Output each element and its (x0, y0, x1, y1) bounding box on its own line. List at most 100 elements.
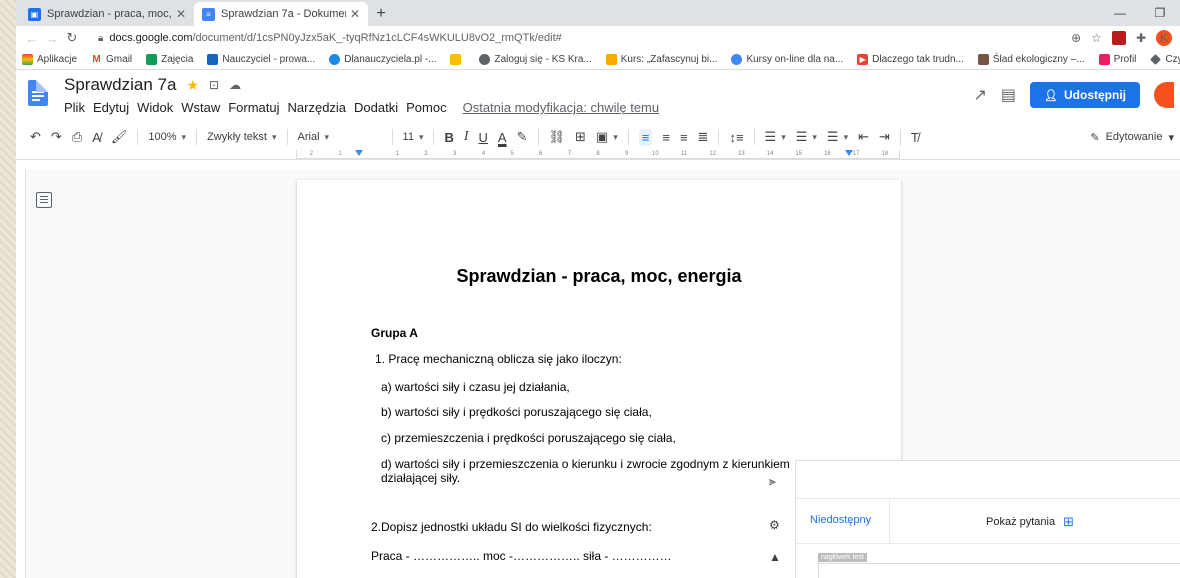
account-avatar[interactable] (1154, 82, 1174, 108)
show-questions-button[interactable]: Pokaż pytania ⊞ (986, 514, 1074, 530)
tab-sprawdzian[interactable]: ▣ Sprawdzian - praca, moc, energia ✕ (20, 2, 194, 26)
doc-title[interactable]: Sprawdzian 7a (64, 75, 176, 95)
clear-formatting-icon[interactable]: T̸ (911, 130, 919, 145)
zoom-select[interactable]: 100% (148, 131, 186, 143)
bookmark-nauczyciel[interactable]: Nauczyciel - prowa... (207, 54, 315, 65)
align-justify-icon[interactable]: ≣ (698, 129, 709, 145)
bookmark-slad[interactable]: Ślad ekologiczny –... (977, 54, 1085, 65)
gmail-icon: M (91, 54, 103, 65)
comments-icon[interactable]: ▤ (1001, 85, 1016, 105)
comment-add-icon[interactable]: ⊞ (575, 129, 586, 145)
eye-icon (450, 54, 462, 65)
right-indent-marker[interactable] (845, 150, 853, 156)
activity-trend-icon[interactable]: ↗ (974, 85, 987, 105)
undo-icon[interactable]: ↶ (30, 129, 41, 145)
cloud-status-icon[interactable]: ☁︎ (229, 78, 241, 92)
bookmark-czy[interactable]: Czy zgadniesz, jakie... (1150, 54, 1180, 65)
menu-view[interactable]: Widok (137, 100, 173, 115)
menu-tools[interactable]: Narzędzia (288, 100, 347, 115)
share-button[interactable]: 👤︎ Udostępnij (1030, 82, 1140, 108)
menu-edit[interactable]: Edytuj (93, 100, 129, 115)
editing-mode-select[interactable]: ✎ Edytowanie ▾ (1090, 131, 1174, 144)
bookmark-ks[interactable]: Zaloguj się - KS Kra... (479, 54, 592, 65)
menu-help[interactable]: Pomoc (406, 100, 446, 115)
menu-format[interactable]: Formatuj (228, 100, 279, 115)
align-left-icon[interactable]: ≡ (638, 128, 653, 146)
ruler-tick: 15 (795, 151, 803, 157)
settings-gear-icon[interactable]: ⚙ (769, 518, 780, 532)
star-icon[interactable]: ★ (186, 77, 199, 94)
italic-icon[interactable]: I (464, 129, 469, 145)
left-indent-marker[interactable] (355, 150, 363, 156)
ruler-tick: 14 (766, 151, 774, 157)
bookmark-gmail[interactable]: M Gmail (91, 54, 132, 65)
document-outline-icon[interactable] (36, 192, 52, 208)
profile-avatar[interactable]: K (1156, 30, 1172, 46)
numbered-list-icon[interactable]: ☰ (827, 129, 848, 145)
toolbar-divider (391, 129, 393, 145)
menu-addons[interactable]: Dodatki (354, 100, 398, 115)
font-select[interactable]: Arial (298, 131, 382, 143)
bookmark-dlaczego[interactable]: ▶ Dlaczego tak trudn... (857, 54, 964, 65)
decrease-indent-icon[interactable]: ⇤ (858, 129, 869, 145)
ruler-tick: 1 (338, 151, 342, 157)
print-icon[interactable]: ⎙ (72, 129, 82, 145)
tab-docs[interactable]: ≡ Sprawdzian 7a - Dokumenty Goo ✕ (194, 2, 368, 26)
restore-icon[interactable]: ❐ (1140, 0, 1180, 26)
bookmark-star-icon[interactable]: ☆ (1091, 31, 1102, 45)
paint-format-icon[interactable]: 🖌︎ (111, 129, 128, 145)
move-folder-icon[interactable]: ⊡ (209, 78, 219, 92)
extensions-puzzle-icon[interactable]: ✚ (1136, 31, 1146, 45)
docs-logo-icon[interactable] (28, 80, 48, 106)
new-tab-button[interactable]: + (368, 2, 394, 26)
chevron-down-icon: ▾ (1168, 131, 1174, 144)
expand-panel-icon[interactable]: ⫸ (769, 474, 776, 489)
bookmark-zajecia[interactable]: Zajęcia (146, 54, 193, 65)
align-right-icon[interactable]: ≡ (680, 130, 688, 145)
unavailable-link[interactable]: Niedostępny (810, 514, 871, 526)
bookmark-profil[interactable]: Profil (1098, 54, 1136, 65)
redo-icon[interactable]: ↷ (51, 129, 62, 145)
zoom-icon[interactable]: ⊕ (1071, 31, 1081, 45)
vertical-ruler[interactable] (16, 170, 26, 578)
align-center-icon[interactable]: ≡ (662, 130, 670, 145)
spellcheck-icon[interactable]: A̸ (92, 130, 101, 145)
close-tab-icon[interactable]: ✕ (350, 7, 360, 21)
bookmark-unnamed[interactable] (450, 54, 465, 65)
back-icon[interactable]: ← (22, 31, 42, 46)
close-tab-icon[interactable]: ✕ (176, 7, 186, 21)
horizontal-ruler[interactable]: 2 1 1 2 3 4 5 6 7 8 9 10 11 12 13 14 15 … (296, 150, 900, 159)
bold-icon[interactable]: B (444, 130, 453, 145)
pdf-extension-icon[interactable] (1111, 31, 1126, 45)
bookmark-apps[interactable]: Aplikacje (22, 54, 77, 65)
menu-bar: Plik Edytuj Widok Wstaw Formatuj Narzędz… (64, 100, 659, 115)
style-select[interactable]: Zwykły tekst (207, 131, 276, 143)
url-input[interactable]: 🔒︎ docs.google.com/document/d/1csPN0yJzx… (90, 28, 1063, 48)
bulleted-list-icon[interactable]: ☰ (796, 129, 817, 145)
link-icon[interactable]: ⛓︎ (549, 129, 566, 145)
image-icon[interactable]: ▣ (596, 129, 618, 145)
reload-icon[interactable]: ↻ (62, 30, 82, 46)
test-content-box[interactable] (818, 563, 1180, 578)
increase-indent-icon[interactable]: ⇥ (879, 129, 890, 145)
bookmark-dlanauczyciela[interactable]: Dlanauczyciela.pl -... (329, 54, 436, 65)
menu-file[interactable]: Plik (64, 100, 85, 115)
menu-insert[interactable]: Wstaw (181, 100, 220, 115)
underline-icon[interactable]: U (479, 130, 488, 145)
forward-icon[interactable]: → (42, 31, 62, 46)
toolbar-divider (196, 129, 198, 145)
last-modified-link[interactable]: Ostatnia modyfikacja: chwilę temu (463, 100, 660, 115)
font-size-select[interactable]: 11 (403, 131, 424, 143)
url-path: /document/d/1csPN0yJzx5aK_-tyqRfNz1cLCF4… (192, 32, 562, 44)
text-color-icon[interactable]: A (498, 130, 507, 145)
collapse-up-icon[interactable]: ▲ (769, 550, 781, 564)
line-spacing-icon[interactable]: ↕≡ (729, 130, 743, 145)
toolbar-divider (899, 129, 901, 145)
bookmark-kursy[interactable]: Kursy on-line dla na... (731, 54, 843, 65)
globe-icon (479, 54, 491, 65)
highlight-icon[interactable]: ✎ (517, 129, 528, 145)
bookmark-label: Czy zgadniesz, jakie... (1165, 54, 1180, 65)
bookmark-kurs[interactable]: Kurs: „Zafascynuj bi... (605, 54, 717, 65)
checklist-icon[interactable]: ☰ (765, 129, 786, 145)
minimize-icon[interactable]: — (1100, 0, 1140, 26)
